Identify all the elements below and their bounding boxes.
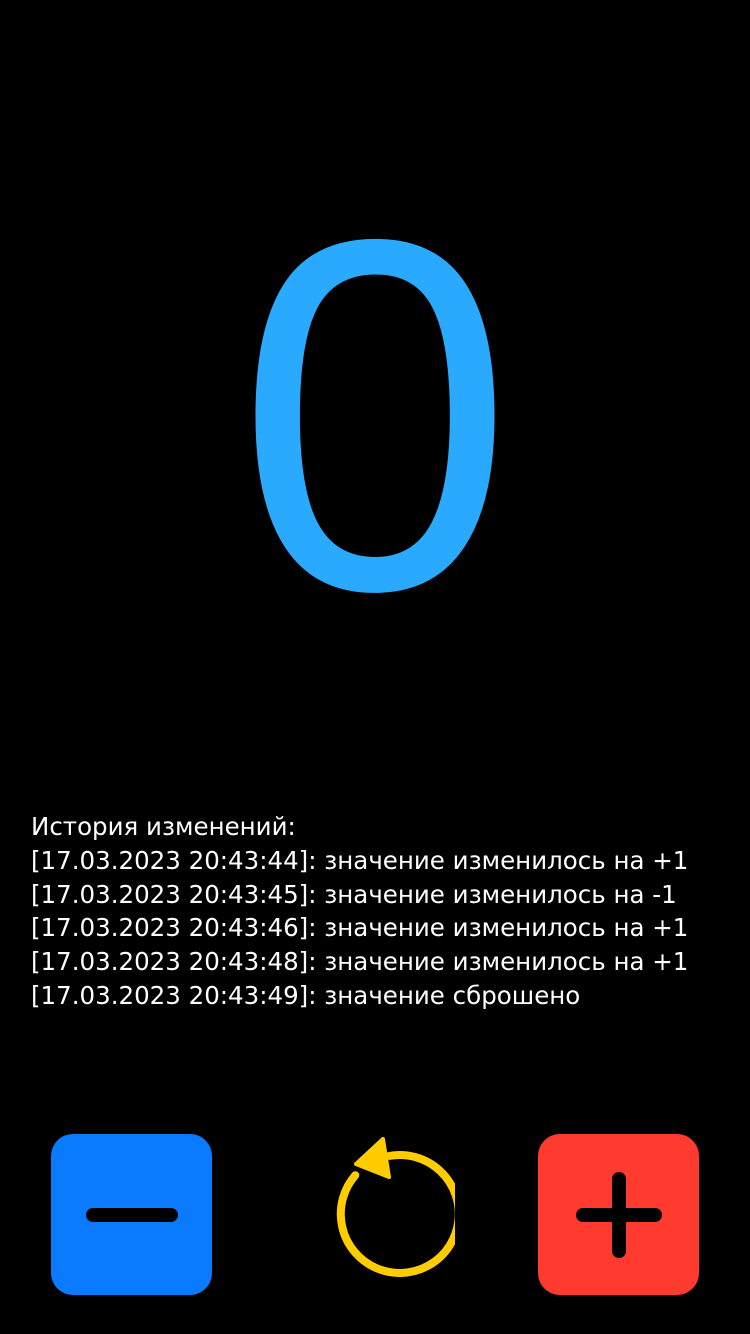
reset-button[interactable] bbox=[294, 1134, 455, 1295]
increment-button[interactable] bbox=[538, 1134, 699, 1295]
history-entry: [17.03.2023 20:43:48]: значение изменило… bbox=[31, 947, 689, 977]
plus-icon bbox=[575, 1171, 662, 1258]
counter-value: 0 bbox=[235, 135, 515, 694]
decrement-button[interactable] bbox=[51, 1134, 212, 1295]
history-entry: [17.03.2023 20:43:46]: значение изменило… bbox=[31, 913, 689, 943]
history-entry: [17.03.2023 20:43:44]: значение изменило… bbox=[31, 845, 689, 875]
history-title: История изменений: bbox=[31, 812, 296, 841]
history-entry: [17.03.2023 20:43:49]: значение сброшено bbox=[31, 980, 581, 1010]
history-log: История изменений: [17.03.2023 20:43:44]… bbox=[31, 810, 731, 1013]
history-entry: [17.03.2023 20:43:45]: значение изменило… bbox=[31, 879, 677, 909]
reset-arrow-icon bbox=[294, 1134, 455, 1295]
minus-icon bbox=[85, 1207, 178, 1222]
